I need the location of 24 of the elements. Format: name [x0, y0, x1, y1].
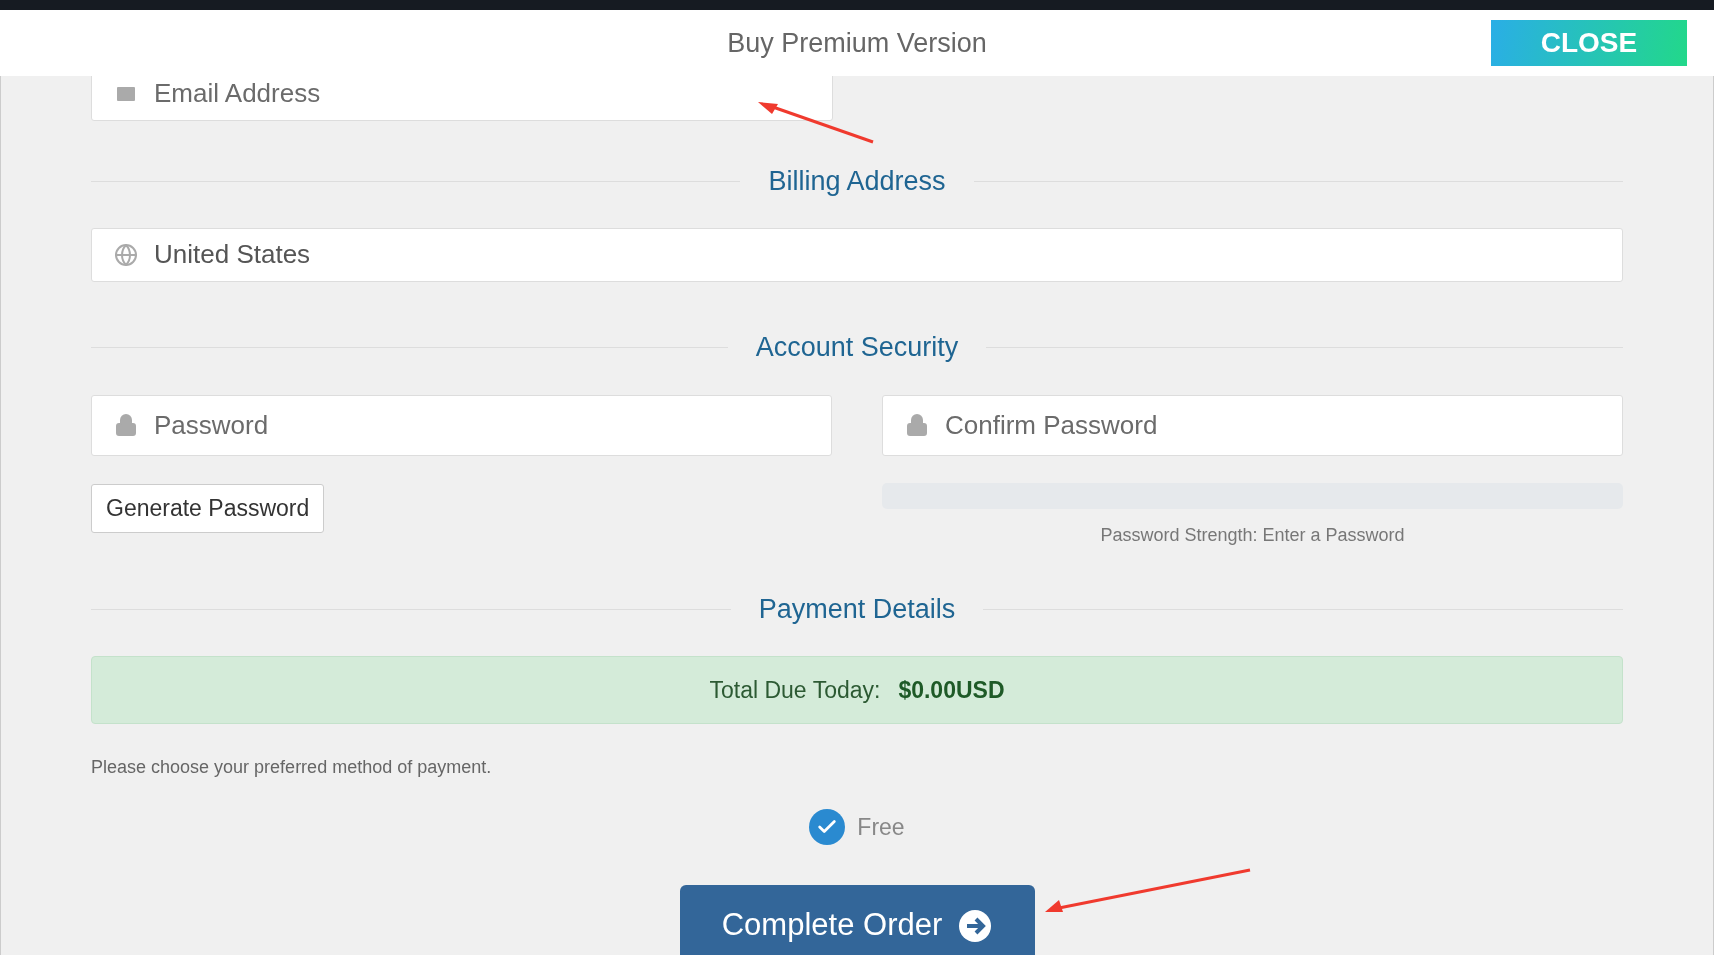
- email-field[interactable]: Email Address: [91, 76, 833, 121]
- confirm-password-field[interactable]: Confirm Password: [882, 394, 1623, 456]
- complete-order-button[interactable]: Complete Order: [679, 885, 1035, 955]
- total-label: Total Due Today:: [709, 676, 881, 704]
- country-value: United States: [154, 239, 311, 271]
- section-title: Billing Address: [768, 165, 946, 197]
- country-field[interactable]: United States: [91, 228, 1623, 282]
- arrow-right-icon: [958, 909, 993, 943]
- method-label: Free: [857, 813, 905, 841]
- total-value: $0.00USD: [898, 676, 1005, 704]
- email-placeholder: Email Address: [154, 78, 321, 110]
- strength-label: Password Strength: Enter a Password: [1100, 524, 1405, 546]
- section-title: Payment Details: [758, 594, 956, 626]
- radio-button[interactable]: [809, 809, 846, 845]
- payment-hint: Please choose your preferred method of payment.: [91, 757, 493, 778]
- password-placeholder: Password: [154, 409, 269, 441]
- confirm-password-placeholder: Confirm Password: [945, 409, 1158, 441]
- window-title: Buy Premium Version: [727, 27, 987, 59]
- lock-icon: [114, 413, 138, 438]
- lock-icon: [905, 413, 929, 438]
- password-field[interactable]: Password: [91, 394, 832, 456]
- section-title: Account Security: [755, 331, 959, 363]
- globe-icon: [114, 242, 138, 267]
- generate-password-button[interactable]: Generate Password: [91, 483, 325, 533]
